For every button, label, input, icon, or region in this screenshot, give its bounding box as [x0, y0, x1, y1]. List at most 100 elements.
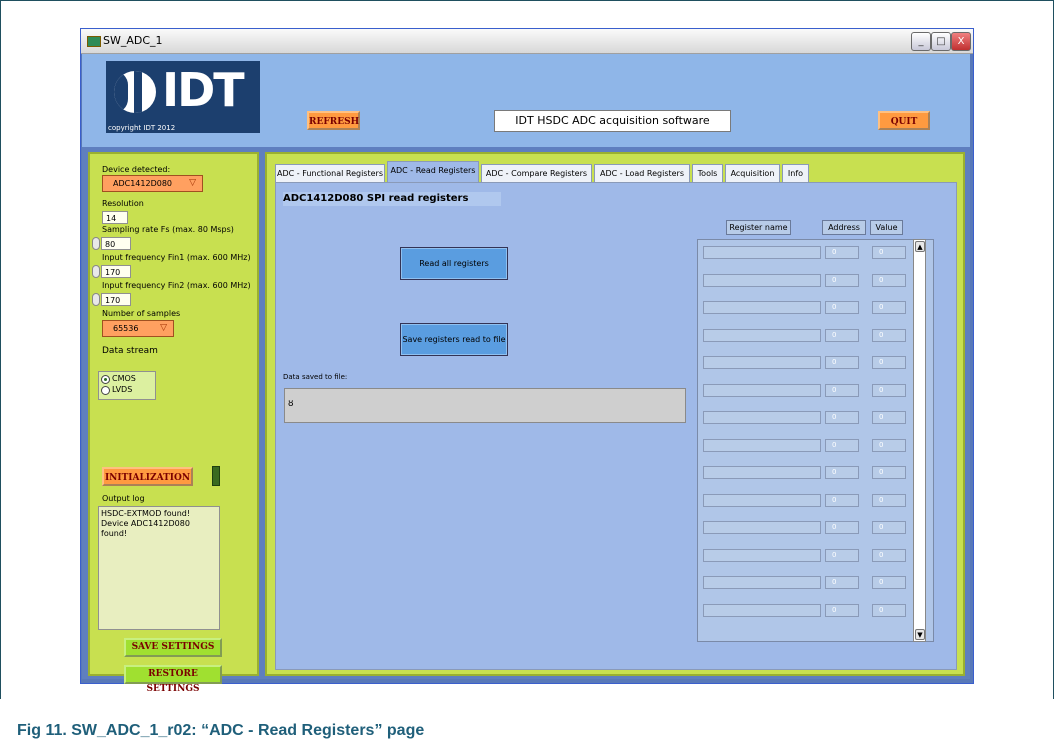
table-row: 00	[698, 576, 913, 590]
register-value-field[interactable]: 0	[872, 356, 906, 369]
register-address-field[interactable]: 0	[825, 438, 859, 452]
register-value-field[interactable]: 0	[872, 493, 906, 507]
fin1-stepper[interactable]	[92, 265, 100, 278]
register-value-field[interactable]: 0	[872, 466, 906, 479]
refresh-button[interactable]: REFRESH	[307, 111, 360, 130]
data-saved-label: Data saved to file:	[283, 373, 348, 381]
register-address-field[interactable]: 0	[825, 603, 859, 617]
register-address-field[interactable]: 0	[825, 383, 859, 397]
scroll-down-icon[interactable]: ▼	[915, 629, 925, 640]
register-address-field[interactable]: 0	[825, 411, 859, 424]
register-name-field[interactable]	[703, 521, 821, 534]
register-value-field[interactable]: 0	[872, 328, 906, 342]
tab-functional-registers[interactable]: ADC - Functional Registers	[275, 164, 385, 182]
log-line: Device ADC1412D080 found!	[101, 519, 190, 538]
chevron-down-icon: ▽	[160, 323, 167, 333]
save-settings-button[interactable]: SAVE SETTINGS	[124, 638, 222, 657]
copyright-text: copyright IDT 2012	[108, 124, 176, 132]
settings-panel: Device detected: ADC1412D080 ▽ Resolutio…	[88, 152, 259, 694]
register-address-field[interactable]: 0	[825, 356, 859, 369]
radio-cmos-label: CMOS	[112, 374, 136, 383]
fin1-field[interactable]: 170	[101, 265, 131, 278]
table-row: 00	[698, 328, 913, 343]
register-name-field[interactable]	[703, 576, 821, 589]
register-name-field[interactable]	[703, 493, 821, 507]
register-name-field[interactable]	[703, 273, 821, 287]
idt-logo-mark-icon	[114, 71, 156, 113]
radio-cmos[interactable]	[101, 375, 110, 384]
register-address-field[interactable]: 0	[825, 273, 859, 287]
samples-label: Number of samples	[102, 309, 181, 318]
sampling-rate-field[interactable]: 80	[101, 237, 131, 250]
register-value-field[interactable]: 0	[872, 576, 906, 589]
col-address: Address	[822, 220, 866, 235]
device-value: ADC1412D080	[113, 179, 173, 188]
register-name-field[interactable]	[703, 301, 821, 314]
register-name-field[interactable]	[703, 383, 821, 397]
maximize-button[interactable]: □	[931, 32, 951, 51]
register-name-field[interactable]	[703, 603, 821, 617]
register-name-field[interactable]	[703, 246, 821, 259]
register-scrollbar[interactable]: ▲ ▼	[913, 239, 926, 642]
window-title: SW_ADC_1	[103, 34, 163, 47]
register-name-field[interactable]	[703, 328, 821, 342]
tab-acquisition[interactable]: Acquisition	[725, 164, 780, 182]
register-address-field[interactable]: 0	[825, 493, 859, 507]
register-value-field[interactable]: 0	[872, 411, 906, 424]
register-address-field[interactable]: 0	[825, 301, 859, 314]
register-value-field[interactable]: 0	[872, 273, 906, 287]
table-row: 00	[698, 493, 913, 508]
resolution-label: Resolution	[102, 199, 144, 208]
fin2-field[interactable]: 170	[101, 293, 131, 306]
chevron-down-icon: ▽	[189, 178, 196, 188]
minimize-button[interactable]: _	[911, 32, 931, 51]
register-name-field[interactable]	[703, 438, 821, 452]
register-name-field[interactable]	[703, 548, 821, 562]
table-row: 00	[698, 548, 913, 563]
samples-select[interactable]: 65536 ▽	[102, 320, 174, 337]
radio-lvds[interactable]	[101, 386, 110, 395]
register-name-field[interactable]	[703, 466, 821, 479]
col-value: Value	[870, 220, 903, 235]
device-select[interactable]: ADC1412D080 ▽	[102, 175, 203, 192]
output-log[interactable]: HSDC-EXTMOD found! Device ADC1412D080 fo…	[98, 506, 220, 630]
register-name-field[interactable]	[703, 356, 821, 369]
register-value-field[interactable]: 0	[872, 301, 906, 314]
datastream-label: Data stream	[102, 346, 158, 356]
logo-text: IDT	[162, 63, 245, 117]
tab-compare-registers[interactable]: ADC - Compare Registers	[481, 164, 592, 182]
register-address-field[interactable]: 0	[825, 246, 859, 259]
table-row: 00	[698, 356, 913, 370]
quit-button[interactable]: QUIT	[878, 111, 930, 130]
main-panel: ADC - Functional Registers ADC - Read Re…	[265, 152, 965, 676]
register-address-field[interactable]: 0	[825, 548, 859, 562]
tab-tools[interactable]: Tools	[692, 164, 723, 182]
close-button[interactable]: X	[951, 32, 971, 51]
register-value-field[interactable]: 0	[872, 438, 906, 452]
register-name-field[interactable]	[703, 411, 821, 424]
tab-read-registers[interactable]: ADC - Read Registers	[387, 161, 479, 183]
fin2-stepper[interactable]	[92, 293, 100, 306]
register-value-field[interactable]: 0	[872, 548, 906, 562]
register-address-field[interactable]: 0	[825, 521, 859, 534]
figure-caption: Fig 11. SW_ADC_1_r02: “ADC - Read Regist…	[17, 722, 425, 739]
table-row: 00	[698, 521, 913, 535]
register-address-field[interactable]: 0	[825, 466, 859, 479]
register-value-field[interactable]: 0	[872, 383, 906, 397]
col-register-name: Register name	[726, 220, 791, 235]
log-line: HSDC-EXTMOD found!	[101, 509, 191, 518]
save-registers-button[interactable]: Save registers read to file	[400, 323, 508, 356]
register-value-field[interactable]: 0	[872, 603, 906, 617]
data-saved-field[interactable]: ȣ	[284, 388, 686, 423]
register-address-field[interactable]: 0	[825, 576, 859, 589]
read-all-registers-button[interactable]: Read all registers	[400, 247, 508, 280]
register-value-field[interactable]: 0	[872, 246, 906, 259]
tab-info[interactable]: Info	[782, 164, 809, 182]
initialization-button[interactable]: INITIALIZATION	[102, 467, 193, 486]
register-value-field[interactable]: 0	[872, 521, 906, 534]
restore-settings-button[interactable]: RESTORE SETTINGS	[124, 665, 222, 694]
scroll-up-icon[interactable]: ▲	[915, 241, 925, 252]
register-address-field[interactable]: 0	[825, 328, 859, 342]
tab-load-registers[interactable]: ADC - Load Registers	[594, 164, 690, 182]
sampling-rate-stepper[interactable]	[92, 237, 100, 250]
